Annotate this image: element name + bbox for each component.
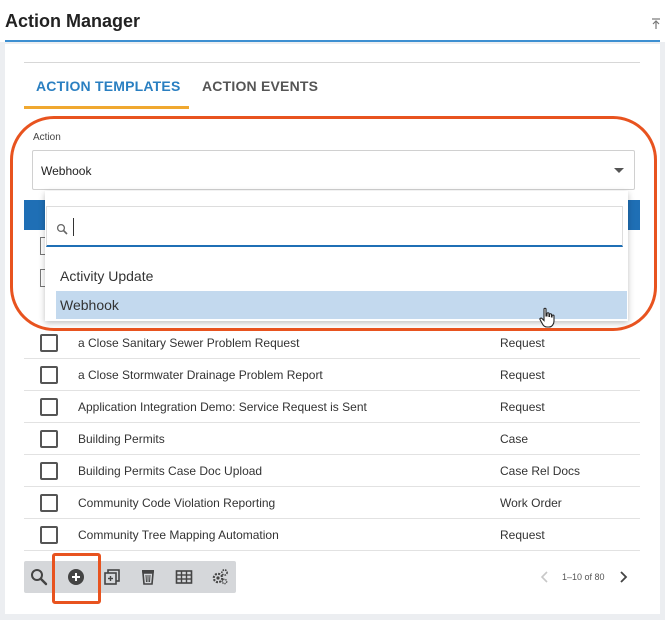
pagination: 1–10 of 80: [540, 569, 640, 585]
trash-icon[interactable]: [138, 567, 158, 587]
table-row[interactable]: Building Permits Case Doc Upload Case Re…: [24, 455, 640, 487]
row-type: Request: [500, 400, 545, 414]
row-checkbox[interactable]: [40, 398, 58, 416]
action-select[interactable]: Webhook: [32, 150, 635, 190]
table-row[interactable]: a Close Stormwater Drainage Problem Repo…: [24, 359, 640, 391]
row-type: Request: [500, 528, 545, 542]
search-icon: [56, 223, 68, 235]
search-icon[interactable]: [29, 567, 49, 587]
table-icon[interactable]: [174, 567, 194, 587]
row-type: Case Rel Docs: [500, 464, 581, 478]
row-checkbox[interactable]: [40, 430, 58, 448]
copy-icon[interactable]: [102, 567, 122, 587]
row-type: Request: [500, 336, 545, 350]
page-range-text: 1–10 of 80: [562, 572, 605, 582]
dropdown-search-input[interactable]: [73, 218, 473, 236]
row-checkbox[interactable]: [40, 366, 58, 384]
chevron-left-icon[interactable]: [540, 571, 550, 583]
tabs-divider: [24, 62, 640, 63]
row-name: Building Permits: [78, 432, 165, 446]
action-select-value: Webhook: [41, 164, 92, 178]
collapse-top-icon[interactable]: [651, 18, 661, 30]
table-row[interactable]: Building Permits Case: [24, 423, 640, 455]
settings-icon[interactable]: [210, 567, 230, 587]
row-name: a Close Stormwater Drainage Problem Repo…: [78, 368, 323, 382]
row-name: a Close Sanitary Sewer Problem Request: [78, 336, 300, 350]
row-type: Case: [500, 432, 529, 446]
title-bar: Action Manager: [0, 0, 665, 42]
row-type: Work Order: [500, 496, 562, 510]
active-tab-indicator: [24, 106, 189, 109]
row-checkbox[interactable]: [40, 526, 58, 544]
tab-action-events[interactable]: ACTION EVENTS: [202, 78, 318, 94]
table-row[interactable]: Application Integration Demo: Service Re…: [24, 391, 640, 423]
table-row[interactable]: a Close Sanitary Sewer Problem Request R…: [24, 327, 640, 359]
row-checkbox[interactable]: [40, 334, 58, 352]
chevron-down-icon[interactable]: [614, 168, 624, 173]
chevron-right-icon[interactable]: [618, 571, 628, 583]
title-divider: [5, 40, 660, 42]
action-field-label: Action: [33, 132, 61, 143]
option-activity-update[interactable]: Activity Update: [56, 262, 627, 290]
add-button-highlight: [52, 553, 101, 604]
action-dropdown-menu: Activity Update Webhook: [45, 191, 628, 321]
row-name: Community Tree Mapping Automation: [78, 528, 279, 542]
table-row[interactable]: Community Code Violation Reporting Work …: [24, 487, 640, 519]
hand-cursor-icon: [539, 307, 555, 328]
dropdown-search-box: [46, 206, 623, 247]
row-checkbox[interactable]: [40, 494, 58, 512]
row-checkbox[interactable]: [40, 462, 58, 480]
page-title: Action Manager: [5, 11, 141, 31]
row-type: Request: [500, 368, 545, 382]
row-name: Application Integration Demo: Service Re…: [78, 400, 367, 414]
tab-action-templates[interactable]: ACTION TEMPLATES: [36, 78, 181, 94]
row-name: Community Code Violation Reporting: [78, 496, 276, 510]
table-row[interactable]: Community Tree Mapping Automation Reques…: [24, 519, 640, 551]
row-name: Building Permits Case Doc Upload: [78, 464, 263, 478]
